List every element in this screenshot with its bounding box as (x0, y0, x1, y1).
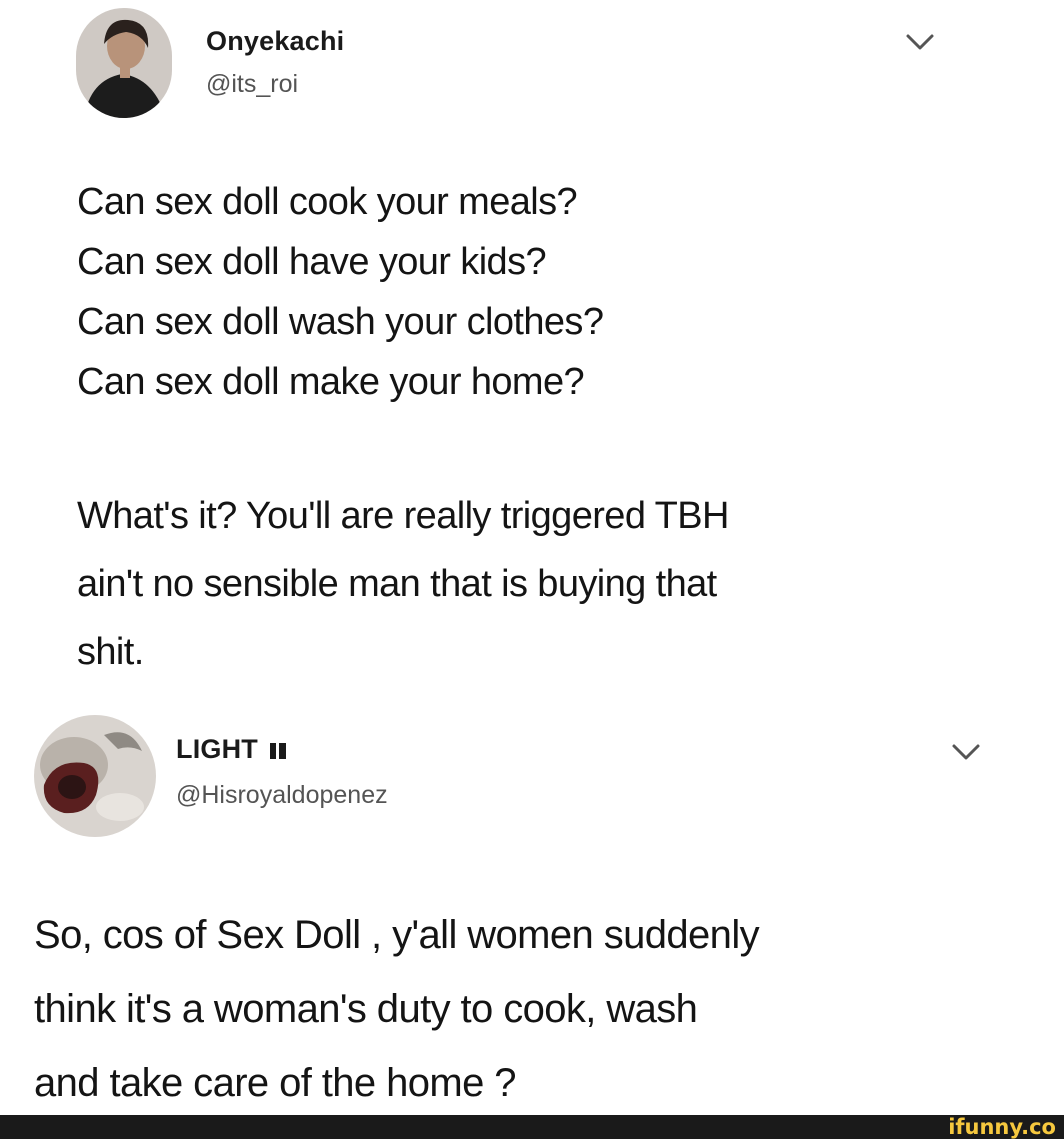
chevron-down-icon[interactable] (902, 30, 938, 54)
author-name[interactable]: LIGHT (176, 734, 289, 766)
meme-page: Onyekachi @its_roi Can sex doll cook you… (0, 0, 1064, 1139)
author-handle[interactable]: @Hisroyaldopenez (176, 781, 388, 810)
tweet-line: ain't no sensible man that is buying tha… (77, 563, 717, 605)
tweet-body: Can sex doll cook your meals? Can sex do… (77, 172, 604, 412)
author-name[interactable]: Onyekachi (206, 26, 344, 57)
tweet-line: So, cos of Sex Doll , y'all women sudden… (34, 913, 760, 957)
avatar-onyekachi[interactable] (76, 8, 172, 118)
watermark-bar (0, 1115, 1064, 1139)
avatar-light[interactable] (34, 715, 156, 837)
tweet-body: So, cos of Sex Doll , y'all women sudden… (34, 898, 760, 1120)
tweet-line: Can sex doll wash your clothes? (77, 301, 604, 343)
tweet-line: think it's a woman's duty to cook, wash (34, 987, 698, 1031)
tweet-line: What's it? You'll are really triggered T… (77, 495, 729, 537)
watermark-logo: ifunny.co (948, 1115, 1056, 1139)
chevron-down-icon[interactable] (948, 740, 984, 764)
tweet-line: Can sex doll make your home? (77, 361, 585, 403)
author-handle[interactable]: @its_roi (206, 70, 298, 99)
flag-icon (270, 735, 289, 766)
tweet-line: shit. (77, 631, 144, 673)
tweet-line: and take care of the home ? (34, 1061, 517, 1105)
tweet-line: Can sex doll cook your meals? (77, 181, 578, 223)
author-name-text: LIGHT (176, 734, 258, 764)
tweet-body-paragraph: What's it? You'll are really triggered T… (77, 482, 729, 686)
tweet-line: Can sex doll have your kids? (77, 241, 547, 283)
